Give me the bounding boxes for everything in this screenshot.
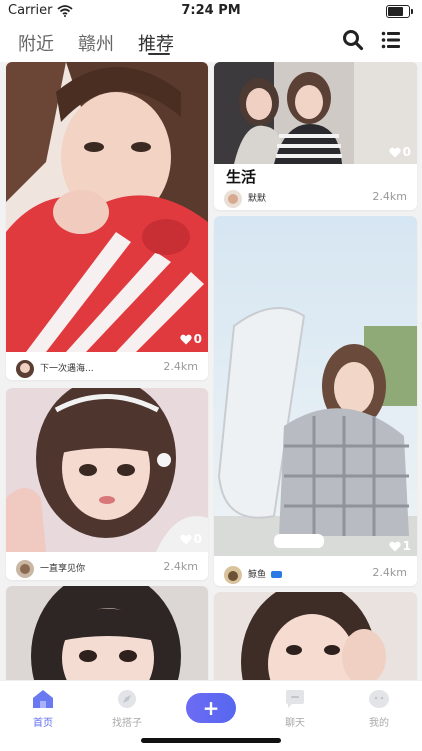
heart-icon <box>180 534 192 544</box>
profile-icon <box>369 690 389 708</box>
post-photo[interactable] <box>214 592 417 680</box>
post-card[interactable]: 1 鲸鱼 2.4km <box>214 216 417 586</box>
username[interactable]: 下一次遇海... <box>40 361 94 374</box>
like-number: 1 <box>402 539 411 553</box>
post-card[interactable] <box>214 592 417 680</box>
username[interactable]: 默默 <box>248 191 266 204</box>
post-meta: 鲸鱼 2.4km <box>214 562 417 586</box>
heart-icon <box>389 541 401 551</box>
top-tabs-header: 附近 赣州 推荐 <box>0 22 422 62</box>
like-count[interactable]: 0 <box>180 332 202 346</box>
distance: 2.4km <box>372 190 407 203</box>
post-card[interactable]: 0 下一次遇海... 2.4km <box>6 62 208 380</box>
compass-icon <box>118 690 136 708</box>
avatar[interactable] <box>16 560 34 578</box>
username[interactable]: 鲸鱼 <box>248 567 282 580</box>
post-photo[interactable] <box>6 62 208 352</box>
tab-label: 我的 <box>369 718 389 729</box>
search-icon[interactable] <box>342 29 364 51</box>
create-post-button[interactable]: + <box>186 693 236 723</box>
post-card[interactable] <box>6 586 208 680</box>
post-card[interactable]: 0 生活 默默 2.4km <box>214 62 417 210</box>
tab-label: 聊天 <box>285 718 305 729</box>
like-count[interactable]: 1 <box>389 539 411 553</box>
active-tab-indicator <box>148 53 170 55</box>
home-indicator <box>141 738 281 743</box>
waterfall-feed[interactable]: 0 下一次遇海... 2.4km 0 生活 默默 2.4km 0 一直享见你 2… <box>0 62 422 680</box>
status-bar: Carrier 7:24 PM <box>0 0 422 22</box>
post-photo[interactable] <box>214 216 417 556</box>
post-meta: 默默 2.4km <box>214 186 417 210</box>
distance: 2.4km <box>372 566 407 579</box>
avatar[interactable] <box>224 190 242 208</box>
post-photo[interactable] <box>214 62 417 164</box>
badge-icon <box>270 571 282 578</box>
avatar[interactable] <box>224 566 242 584</box>
post-photo[interactable] <box>6 586 208 680</box>
home-icon <box>33 690 53 708</box>
like-number: 0 <box>193 332 202 346</box>
avatar[interactable] <box>16 360 34 378</box>
username-text: 鲸鱼 <box>248 570 267 580</box>
tab-ganzhou[interactable]: 赣州 <box>78 30 114 56</box>
post-title[interactable]: 生活 <box>226 166 256 187</box>
tab-find-partner[interactable]: 找搭子 <box>97 689 157 729</box>
post-meta: 下一次遇海... 2.4km <box>6 356 208 380</box>
status-time: 7:24 PM <box>181 3 241 18</box>
battery-icon <box>386 5 413 18</box>
list-icon[interactable] <box>380 29 402 51</box>
tab-label: 首页 <box>33 718 53 729</box>
like-count[interactable]: 0 <box>389 145 411 159</box>
distance: 2.4km <box>163 360 198 373</box>
tab-label: 找搭子 <box>112 718 142 729</box>
chat-icon <box>286 690 304 708</box>
distance: 2.4km <box>163 560 198 573</box>
post-card[interactable]: 0 一直享见你 2.4km <box>6 388 208 580</box>
like-count[interactable]: 0 <box>180 532 202 546</box>
tab-nearby[interactable]: 附近 <box>18 30 54 56</box>
post-meta: 一直享见你 2.4km <box>6 556 208 580</box>
tab-home[interactable]: 首页 <box>13 689 73 729</box>
username[interactable]: 一直享见你 <box>40 561 85 574</box>
tab-profile[interactable]: 我的 <box>349 689 409 729</box>
post-photo[interactable] <box>6 388 208 552</box>
heart-icon <box>389 147 401 157</box>
heart-icon <box>180 334 192 344</box>
like-number: 0 <box>193 532 202 546</box>
tab-chat[interactable]: 聊天 <box>265 689 325 729</box>
like-number: 0 <box>402 145 411 159</box>
